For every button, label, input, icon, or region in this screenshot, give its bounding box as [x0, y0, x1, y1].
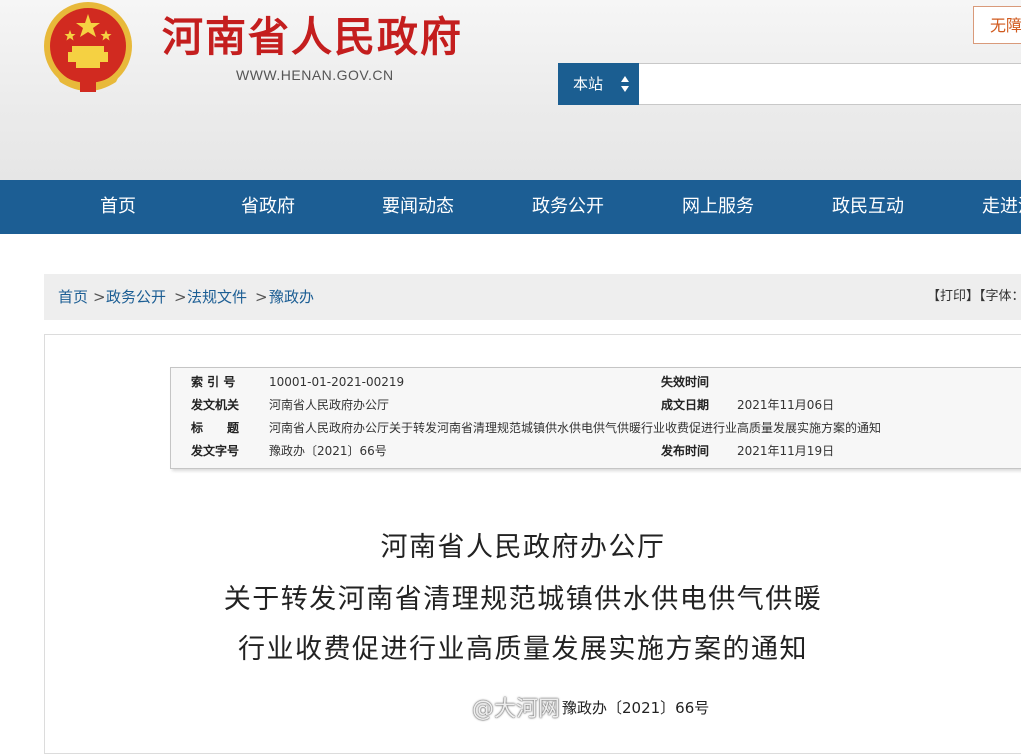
- document-number: 豫政办〔2021〕66号: [562, 699, 710, 717]
- nav-item-about-henan[interactable]: 走进河: [982, 180, 1021, 234]
- document-title-line-1: 河南省人民政府办公厅: [380, 532, 666, 563]
- expiry-label: 失效时间: [661, 375, 710, 389]
- date-value: 2021年11月06日: [737, 398, 835, 412]
- breadcrumb-separator: >: [174, 288, 187, 306]
- issuer-label: 发文机关: [191, 398, 240, 412]
- watermark-text: @大河网: [472, 697, 561, 722]
- nav-item-provincial-government[interactable]: 省政府: [241, 180, 295, 234]
- title-label: 标 题: [191, 421, 240, 435]
- breadcrumb-government-affairs[interactable]: 政务公开: [106, 274, 166, 320]
- breadcrumb-home[interactable]: 首页: [58, 274, 88, 320]
- issuer-value: 河南省人民政府办公厅: [269, 398, 390, 412]
- nav-item-government-affairs[interactable]: 政务公开: [532, 180, 604, 234]
- nav-item-online-services[interactable]: 网上服务: [682, 180, 754, 234]
- updown-arrow-icon: [621, 76, 629, 92]
- font-size-control[interactable]: 【字体：大: [979, 289, 1021, 304]
- docno-value: 豫政办〔2021〕66号: [269, 444, 387, 458]
- site-url: WWW.HENAN.GOV.CN: [236, 67, 394, 83]
- publish-value: 2021年11月19日: [737, 444, 835, 458]
- accessibility-button[interactable]: 无障: [973, 6, 1021, 44]
- breadcrumb-regulations[interactable]: 法规文件: [187, 274, 247, 320]
- search-scope-label: 本站: [573, 75, 604, 93]
- index-value: 10001-01-2021-00219: [269, 375, 405, 389]
- document-title-line-3: 行业收费促进行业高质量发展实施方案的通知: [238, 634, 808, 665]
- nav-item-interaction[interactable]: 政民互动: [832, 180, 904, 234]
- index-label: 索 引 号: [191, 375, 236, 389]
- document-title-line-2: 关于转发河南省清理规范城镇供水供电供气供暖: [223, 584, 823, 615]
- site-title: 河南省人民政府: [162, 13, 463, 61]
- site-header: 河南省人民政府 WWW.HENAN.GOV.CN 无障 本站: [0, 0, 1021, 180]
- docno-label: 发文字号: [191, 444, 240, 458]
- national-emblem-icon: [44, 2, 132, 92]
- breadcrumb-yuzhengban[interactable]: 豫政办: [269, 274, 314, 320]
- publish-label: 发布时间: [661, 444, 710, 458]
- title-value: 河南省人民政府办公厅关于转发河南省清理规范城镇供水供电供气供暖行业收费促进行业高…: [269, 421, 882, 435]
- breadcrumb-separator: >: [255, 288, 268, 306]
- weibo-logo-icon: [420, 699, 458, 723]
- search-input[interactable]: [639, 63, 1021, 105]
- breadcrumb: 首页 > 政务公开 > 法规文件 > 豫政办 【打印】【字体：大: [44, 274, 1021, 320]
- main-nav: 首页 省政府 要闻动态 政务公开 网上服务 政民互动 走进河: [0, 180, 1021, 234]
- nav-item-news[interactable]: 要闻动态: [382, 180, 454, 234]
- breadcrumb-separator: >: [93, 288, 106, 306]
- print-button[interactable]: 【打印】: [927, 289, 979, 304]
- date-label: 成文日期: [661, 398, 710, 412]
- nav-item-home[interactable]: 首页: [100, 180, 136, 234]
- document-info-table: 索 引 号 10001-01-2021-00219 失效时间 发文机关 河南省人…: [170, 367, 1021, 469]
- search-scope-select[interactable]: 本站: [558, 63, 639, 105]
- page-tools: 【打印】【字体：大: [927, 274, 1021, 320]
